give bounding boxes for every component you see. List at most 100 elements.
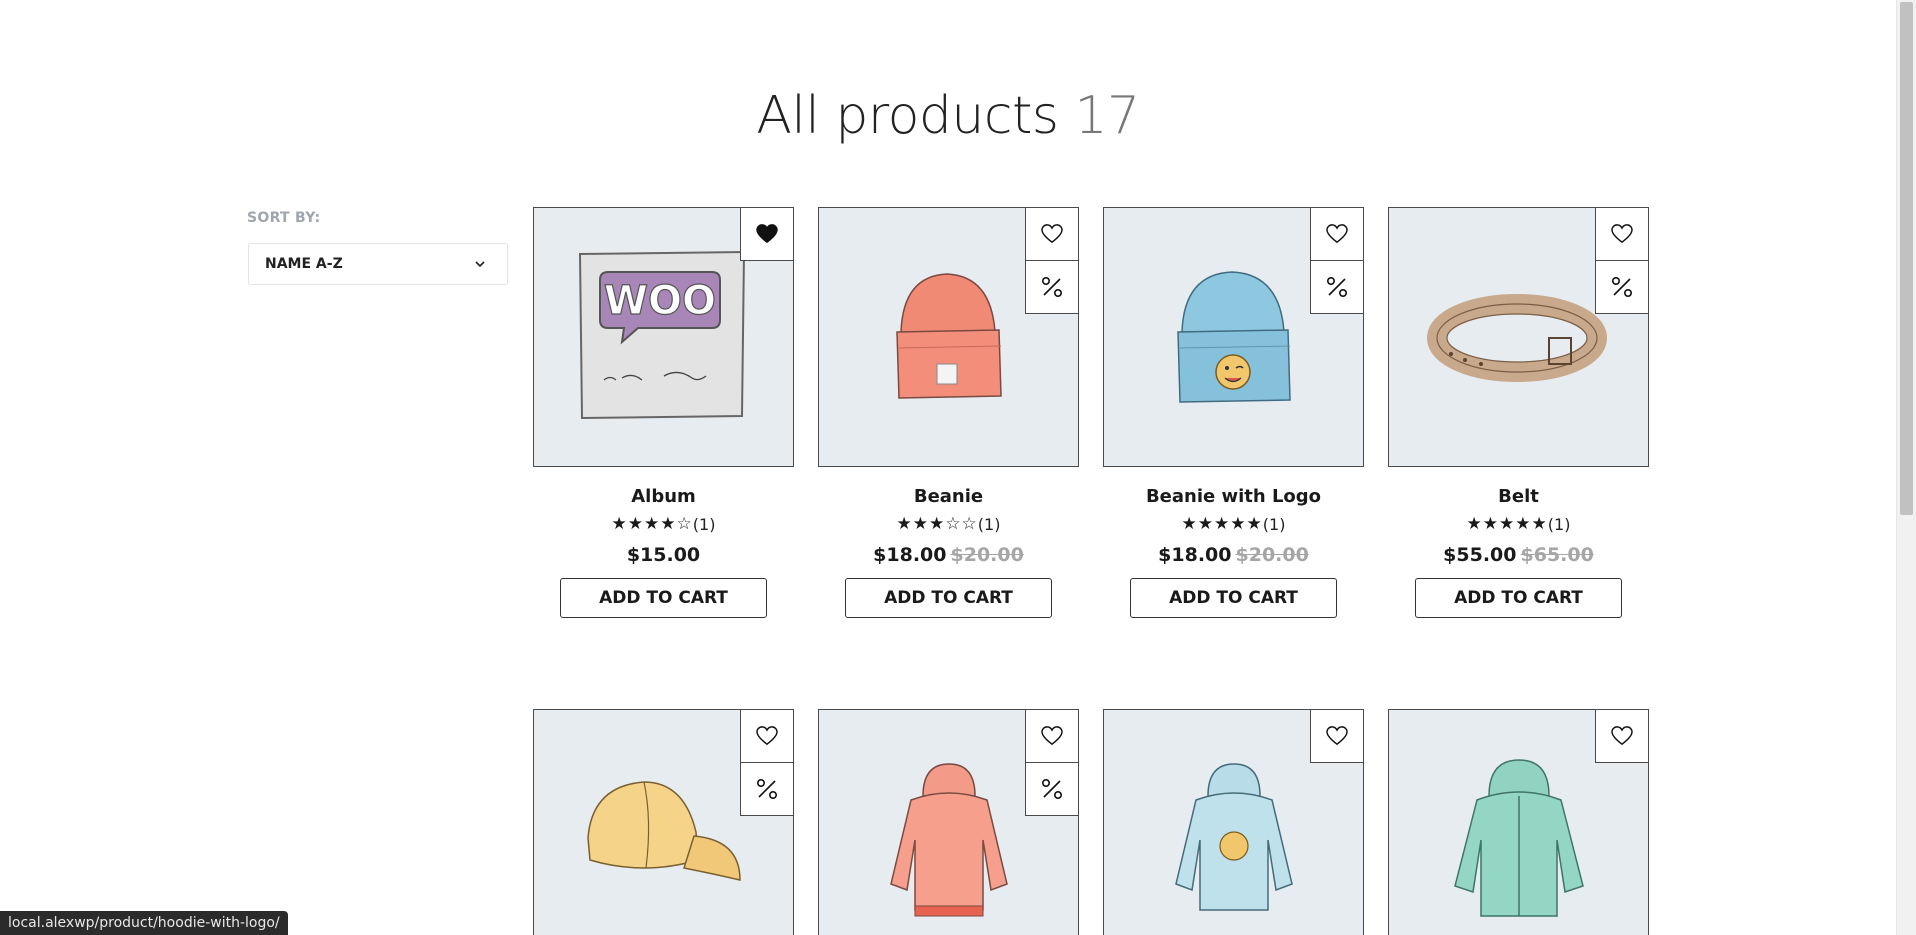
product-image-album[interactable]: WOO — [533, 207, 794, 467]
product-card[interactable] — [1388, 709, 1649, 935]
current-price: $18.00 — [873, 544, 947, 566]
product-card[interactable]: Beanie ★ ★ ★ ☆ ☆ (1) $18.00 $20.00 ADD TO CART — [818, 207, 1079, 618]
product-name[interactable]: Album — [533, 486, 794, 507]
product-rating: ★ ★ ★ ★ ★ (1) — [1103, 515, 1364, 534]
add-to-cart-button[interactable]: ADD TO CART — [1415, 578, 1622, 618]
product-rating: ★ ★ ★ ★ ★ (1) — [1388, 515, 1649, 534]
original-price: $20.00 — [950, 544, 1024, 566]
review-count: (1) — [1547, 515, 1571, 534]
sort-selected-value: NAME A-Z — [265, 256, 343, 272]
product-image-beanie-with-logo[interactable] — [1103, 207, 1364, 467]
heart-outline-icon — [1611, 726, 1633, 746]
current-price: $18.00 — [1158, 544, 1232, 566]
add-to-cart-button[interactable]: ADD TO CART — [560, 578, 767, 618]
add-to-cart-button[interactable]: ADD TO CART — [1130, 578, 1337, 618]
wishlist-button[interactable] — [1595, 208, 1648, 261]
product-image-cap[interactable] — [533, 709, 794, 935]
wishlist-button[interactable] — [1025, 710, 1078, 763]
product-image-hoodie-with-zipper[interactable] — [1388, 709, 1649, 935]
star-filled-icon: ★ — [1197, 514, 1214, 534]
star-filled-icon: ★ — [912, 514, 929, 534]
product-card[interactable] — [1103, 709, 1364, 935]
add-to-cart-button[interactable]: ADD TO CART — [845, 578, 1052, 618]
star-filled-icon: ★ — [1214, 514, 1230, 534]
product-card[interactable]: WOO Album ★ ★ ★ ★ ☆ (1) $15.00 ADD TO CART — [533, 207, 794, 618]
product-image-hoodie-with-logo[interactable] — [1103, 709, 1364, 935]
heart-outline-icon — [1041, 726, 1063, 746]
percent-icon — [1041, 778, 1063, 800]
star-filled-icon: ★ — [1181, 514, 1197, 534]
percent-icon — [1611, 276, 1633, 298]
product-price: $18.00 $20.00 — [1103, 544, 1364, 566]
star-filled-icon: ★ — [1230, 514, 1246, 534]
product-rating: ★ ★ ★ ★ ☆ (1) — [533, 515, 794, 534]
current-price: $15.00 — [626, 544, 701, 566]
sale-badge-button[interactable] — [1595, 260, 1648, 314]
product-price: $18.00 $20.00 — [818, 544, 1079, 566]
percent-icon — [1326, 276, 1348, 298]
star-filled-icon: ★ — [896, 514, 912, 534]
percent-icon — [756, 778, 778, 800]
heart-outline-icon — [1326, 726, 1348, 746]
chevron-down-icon — [473, 257, 487, 271]
sort-label: SORT BY: — [247, 210, 321, 226]
star-filled-icon: ★ — [1499, 514, 1515, 534]
status-bar-url: local.alexwp/product/hoodie-with-logo/ — [0, 911, 288, 935]
product-card[interactable] — [533, 709, 794, 935]
star-filled-icon: ★ — [929, 514, 945, 534]
product-name[interactable]: Belt — [1388, 486, 1649, 507]
product-price: $55.00 $65.00 — [1388, 544, 1649, 566]
product-image-hoodie[interactable] — [818, 709, 1079, 935]
heart-outline-icon — [1611, 224, 1633, 244]
product-card[interactable] — [818, 709, 1079, 935]
star-empty-icon: ☆ — [676, 514, 692, 534]
wishlist-button[interactable] — [740, 208, 793, 261]
vertical-scrollbar[interactable] — [1896, 0, 1916, 935]
scrollbar-thumb[interactable] — [1900, 2, 1913, 515]
review-count: (1) — [1262, 515, 1286, 534]
page-title-text: All products — [756, 86, 1059, 146]
page-title: All products 17 — [0, 86, 1896, 146]
heart-outline-icon — [756, 726, 778, 746]
star-filled-icon: ★ — [660, 514, 676, 534]
heart-outline-icon — [1041, 224, 1063, 244]
star-filled-icon: ★ — [644, 514, 660, 534]
star-filled-icon: ★ — [627, 514, 644, 534]
current-price: $55.00 — [1443, 544, 1517, 566]
heart-outline-icon — [1326, 224, 1348, 244]
svg-text:WOO: WOO — [604, 278, 716, 324]
product-price: $15.00 — [533, 544, 794, 566]
sale-badge-button[interactable] — [1310, 260, 1363, 314]
sort-select[interactable]: NAME A-Z — [248, 243, 508, 285]
product-card[interactable]: Belt ★ ★ ★ ★ ★ (1) $55.00 $65.00 ADD TO CART — [1388, 207, 1649, 618]
product-rating: ★ ★ ★ ☆ ☆ (1) — [818, 515, 1079, 534]
original-price: $65.00 — [1520, 544, 1594, 566]
star-filled-icon: ★ — [1466, 514, 1482, 534]
review-count: (1) — [977, 515, 1001, 534]
wishlist-button[interactable] — [1025, 208, 1078, 261]
product-image-beanie[interactable] — [818, 207, 1079, 467]
sale-badge-button[interactable] — [1025, 762, 1078, 816]
star-empty-icon: ☆ — [945, 514, 961, 534]
star-empty-icon: ☆ — [961, 514, 977, 534]
heart-icon — [756, 224, 778, 244]
star-filled-icon: ★ — [1515, 514, 1531, 534]
wishlist-button[interactable] — [1310, 208, 1363, 261]
sale-badge-button[interactable] — [1025, 260, 1078, 314]
wishlist-button[interactable] — [1310, 710, 1363, 763]
star-filled-icon: ★ — [611, 514, 627, 534]
wishlist-button[interactable] — [740, 710, 793, 763]
percent-icon — [1041, 276, 1063, 298]
star-filled-icon: ★ — [1531, 514, 1547, 534]
product-card[interactable]: Beanie with Logo ★ ★ ★ ★ ★ (1) $18.00 $20.00 A… — [1103, 207, 1364, 618]
review-count: (1) — [692, 515, 716, 534]
sale-badge-button[interactable] — [740, 762, 793, 816]
product-image-belt[interactable] — [1388, 207, 1649, 467]
wishlist-button[interactable] — [1595, 710, 1648, 763]
star-filled-icon: ★ — [1246, 514, 1262, 534]
product-name[interactable]: Beanie — [818, 486, 1079, 507]
product-count: 17 — [1074, 86, 1140, 146]
original-price: $20.00 — [1235, 544, 1309, 566]
star-filled-icon: ★ — [1482, 514, 1499, 534]
product-name[interactable]: Beanie with Logo — [1103, 486, 1364, 507]
